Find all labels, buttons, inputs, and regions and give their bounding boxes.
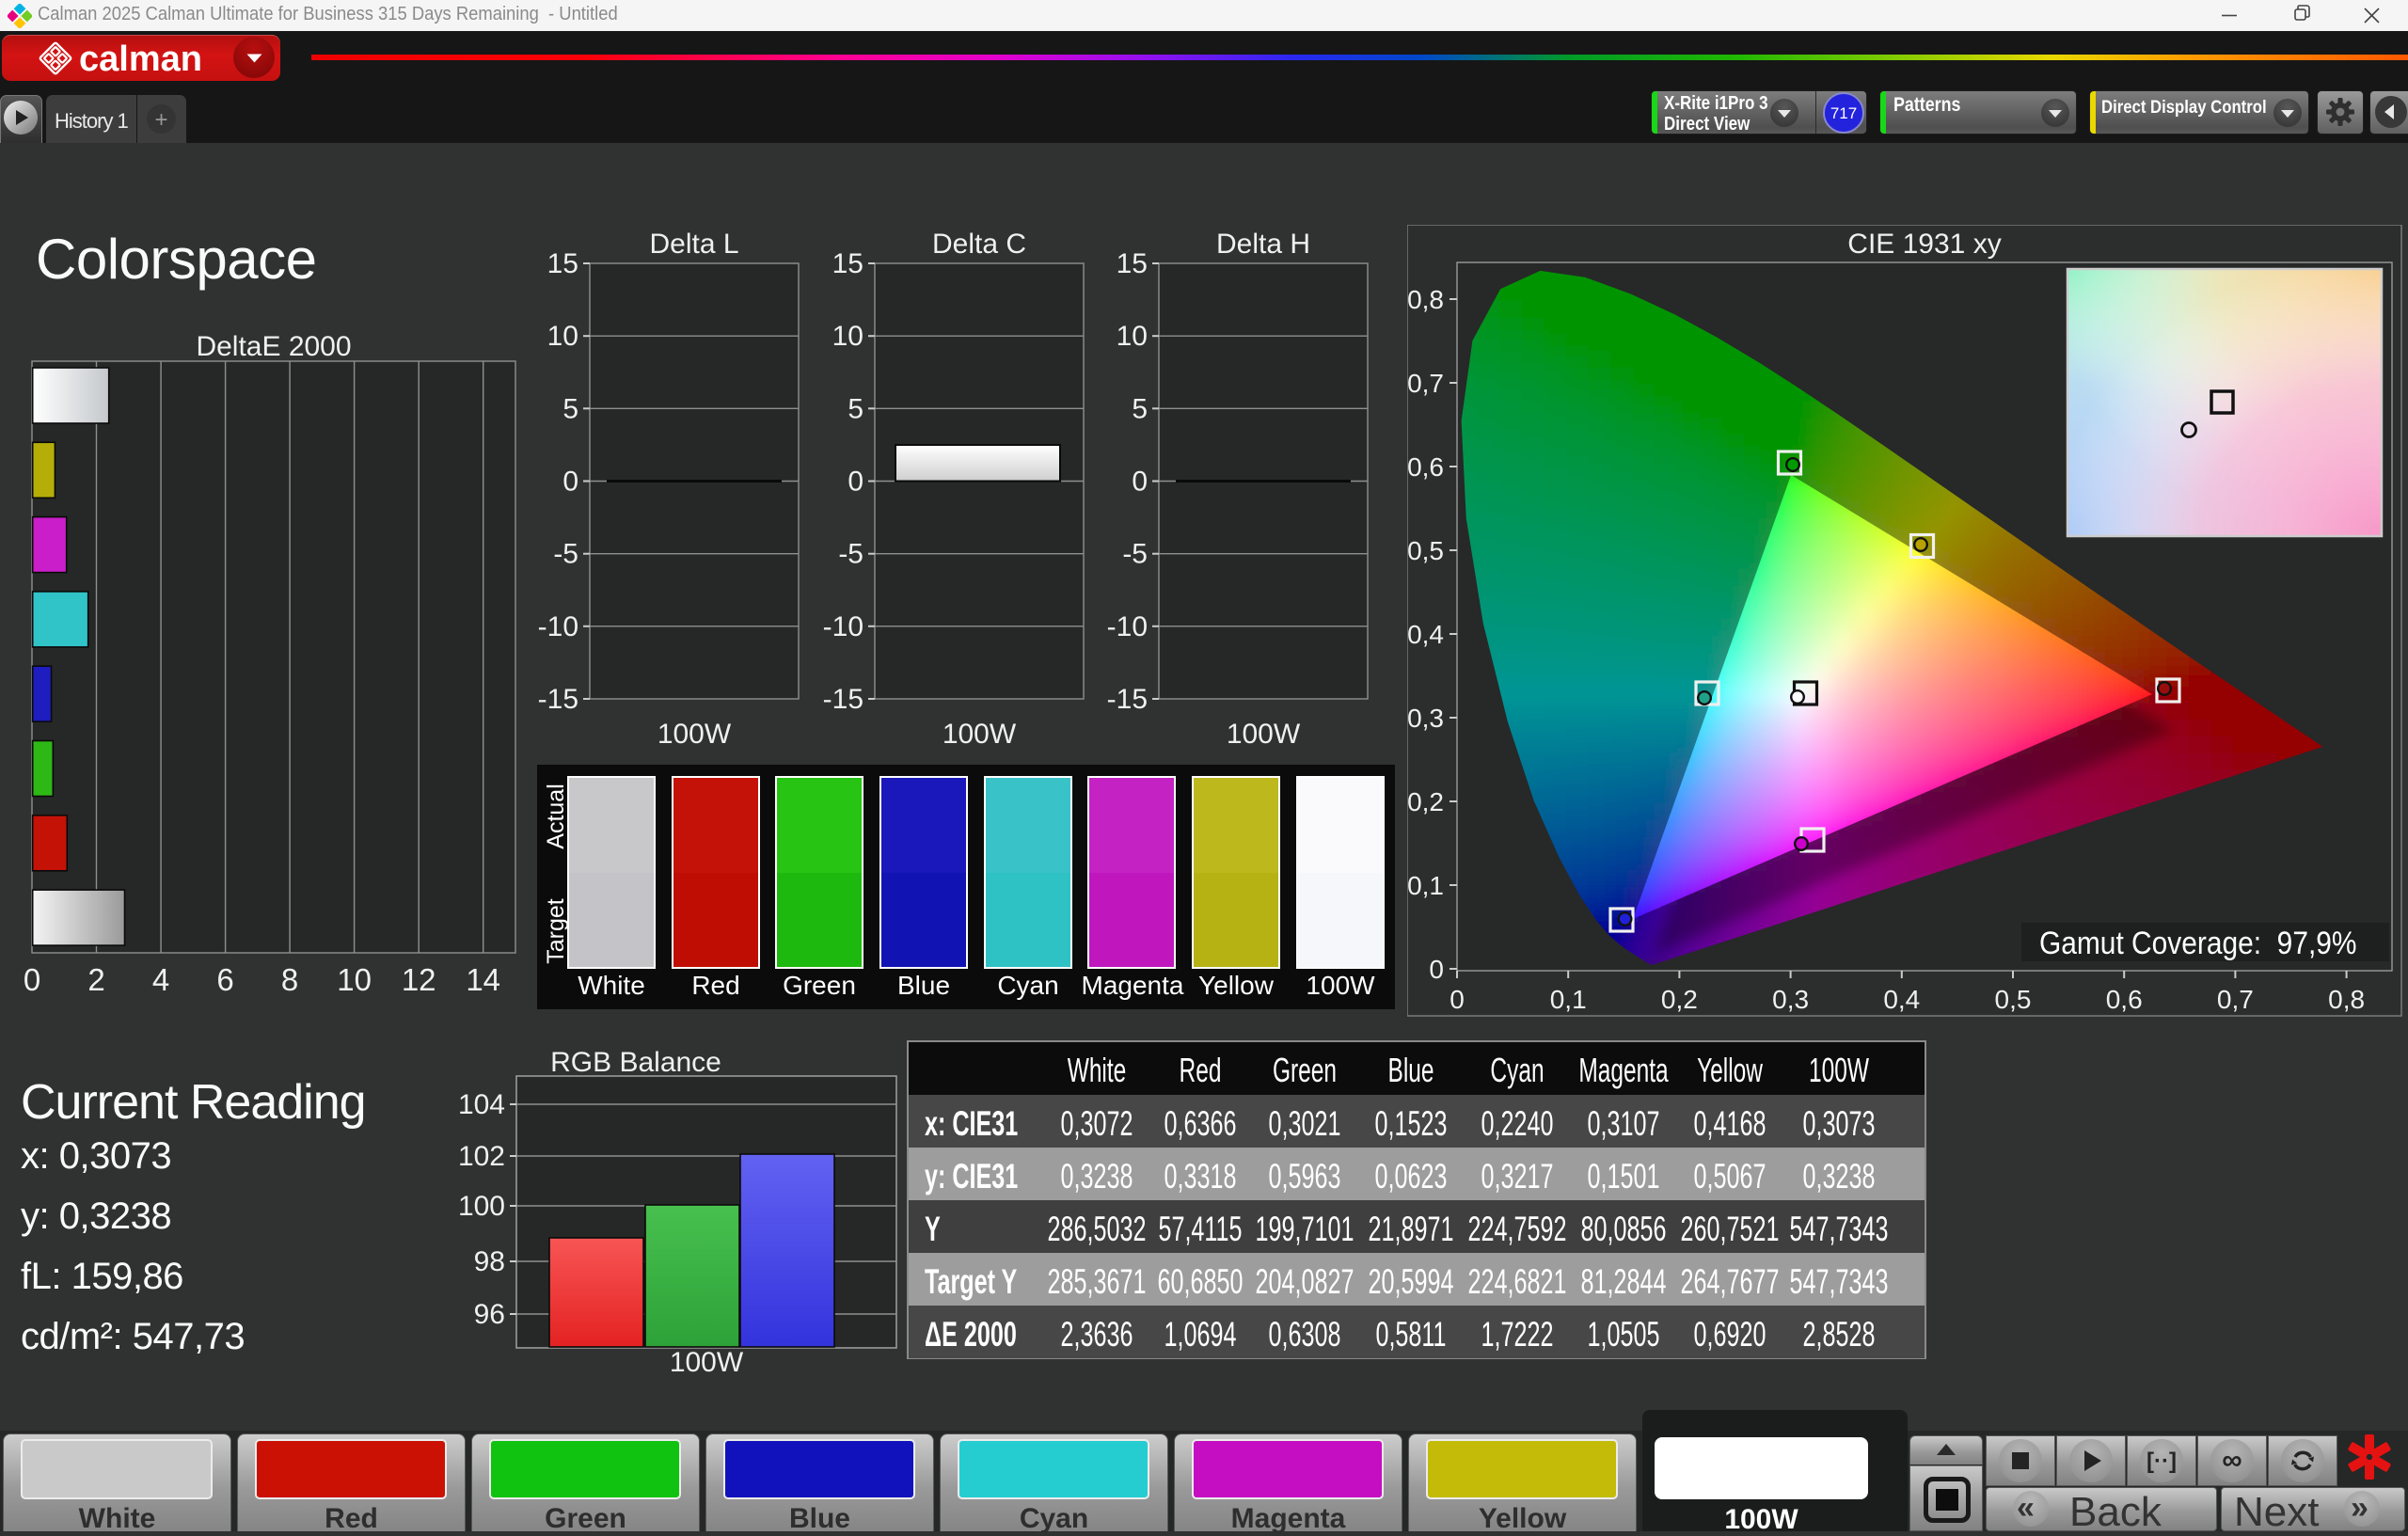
svg-text:15: 15 — [547, 248, 578, 279]
svg-text:[··]: [··] — [2147, 1449, 2177, 1474]
svg-text:0,5: 0,5 — [1995, 985, 2032, 1014]
svg-text:0,6: 0,6 — [2106, 985, 2143, 1014]
svg-text:Actual: Actual — [543, 784, 569, 848]
svg-text:-10: -10 — [538, 611, 578, 642]
svg-text:-15: -15 — [1107, 684, 1148, 715]
svg-text:-15: -15 — [538, 684, 578, 715]
svg-text:14: 14 — [466, 962, 500, 997]
svg-text:Delta L: Delta L — [649, 229, 738, 260]
svg-text:0: 0 — [24, 962, 40, 997]
svg-text:100W: 100W — [657, 719, 732, 750]
svg-text:-5: -5 — [553, 539, 578, 570]
svg-text:RGB Balance: RGB Balance — [550, 1047, 721, 1078]
svg-text:104: 104 — [458, 1089, 505, 1120]
svg-text:98: 98 — [474, 1246, 505, 1277]
svg-text:0,3: 0,3 — [1407, 704, 1444, 733]
svg-text:∞: ∞ — [2222, 1445, 2242, 1476]
svg-text:100W: 100W — [943, 719, 1017, 750]
svg-text:0,7: 0,7 — [1407, 369, 1444, 398]
svg-text:0: 0 — [1429, 955, 1444, 984]
svg-text:Delta C: Delta C — [932, 229, 1026, 260]
svg-text:6: 6 — [216, 962, 233, 997]
svg-text:4: 4 — [152, 962, 169, 997]
svg-text:0,1: 0,1 — [1407, 871, 1444, 900]
svg-text:5: 5 — [562, 393, 578, 424]
svg-text:-5: -5 — [1122, 539, 1148, 570]
svg-text:Gamut Coverage: 97,9%: Gamut Coverage: 97,9% — [2039, 925, 2357, 960]
svg-text:0: 0 — [1132, 467, 1148, 498]
svg-text:15: 15 — [1117, 248, 1148, 279]
svg-text:0: 0 — [1450, 985, 1465, 1014]
svg-text:0,8: 0,8 — [2328, 985, 2365, 1014]
svg-text:-5: -5 — [838, 539, 863, 570]
svg-text:0: 0 — [562, 467, 578, 498]
svg-text:10: 10 — [832, 321, 863, 352]
svg-text:0,7: 0,7 — [2217, 985, 2254, 1014]
svg-text:0,1: 0,1 — [1550, 985, 1587, 1014]
svg-text:5: 5 — [1132, 393, 1148, 424]
svg-text:Target: Target — [543, 898, 569, 964]
svg-text:0,5: 0,5 — [1407, 536, 1444, 565]
svg-text:0,8: 0,8 — [1407, 285, 1444, 314]
svg-text:12: 12 — [402, 962, 436, 997]
svg-text:10: 10 — [1117, 321, 1148, 352]
svg-text:-10: -10 — [1107, 611, 1148, 642]
svg-text:5: 5 — [848, 393, 863, 424]
svg-text:8: 8 — [281, 962, 298, 997]
svg-text:-15: -15 — [823, 684, 863, 715]
svg-text:0,2: 0,2 — [1407, 787, 1444, 816]
svg-text:100W: 100W — [670, 1347, 744, 1378]
svg-text:-10: -10 — [823, 611, 863, 642]
svg-text:96: 96 — [474, 1299, 505, 1330]
svg-text:100W: 100W — [1227, 719, 1301, 750]
svg-text:DeltaE 2000: DeltaE 2000 — [196, 331, 351, 362]
svg-text:Delta H: Delta H — [1216, 229, 1310, 260]
svg-text:0,4: 0,4 — [1883, 985, 1920, 1014]
svg-text:100: 100 — [458, 1191, 505, 1222]
svg-text:0,6: 0,6 — [1407, 452, 1444, 482]
svg-text:0,3: 0,3 — [1772, 985, 1809, 1014]
svg-text:15: 15 — [832, 248, 863, 279]
svg-text:0: 0 — [848, 467, 863, 498]
svg-text:CIE 1931 xy: CIE 1931 xy — [1847, 229, 2001, 260]
svg-text:0,4: 0,4 — [1407, 620, 1444, 649]
svg-text:0,2: 0,2 — [1661, 985, 1698, 1014]
svg-text:2: 2 — [87, 962, 104, 997]
svg-text:10: 10 — [337, 962, 372, 997]
svg-text:10: 10 — [547, 321, 578, 352]
svg-text:102: 102 — [458, 1141, 505, 1172]
